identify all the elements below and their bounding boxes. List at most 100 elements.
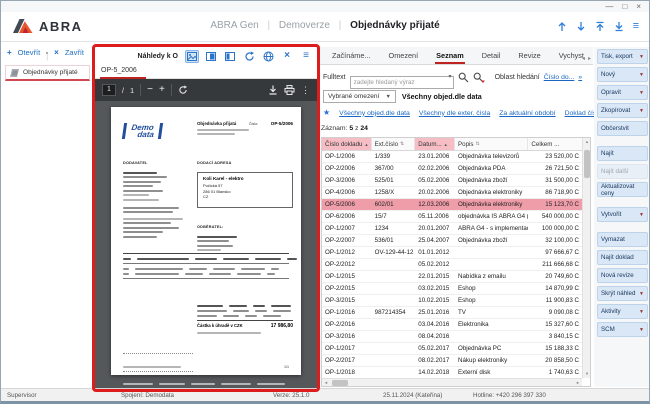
action-button[interactable]: Opravit ▼ (597, 85, 648, 100)
restriction-link[interactable]: Za aktuální období (499, 110, 555, 117)
table-row[interactable]: OP-3/2016 08.04.2016 3 840,15 C (322, 331, 582, 343)
reset-zoom-button[interactable] (178, 85, 188, 95)
restriction-link[interactable]: Všechny dle exter. čísla (419, 110, 490, 117)
horizontal-scrollbar[interactable]: ◄ ► (322, 378, 582, 386)
document-tab[interactable]: OP-5_2006 (95, 65, 317, 79)
scroll-up-button[interactable]: ▲ (583, 138, 591, 146)
refresh-button[interactable] (242, 50, 256, 63)
preview-menu-button[interactable]: ≡ (299, 50, 313, 63)
action-button[interactable]: Najít doklad (597, 250, 648, 265)
panel-split-button[interactable] (223, 50, 237, 63)
action-button[interactable]: Vytvořit ▼ (597, 207, 648, 222)
preview-mode-image-button[interactable] (185, 50, 199, 63)
globe-button[interactable] (261, 50, 275, 63)
table-row[interactable]: OP-1/2012 OV-129-44-12 01.01.2012 97 666… (322, 247, 582, 259)
main-menu-button[interactable]: ≡ (633, 20, 639, 32)
table-row[interactable]: OP-2/2015 03.02.2015 Eshop 14 870,99 C (322, 283, 582, 295)
more-options-button[interactable]: ⋮ (301, 86, 310, 95)
action-button[interactable]: Aktualizovat ceny (597, 182, 648, 197)
more-link[interactable]: » (578, 74, 582, 81)
maximize-button[interactable]: □ (622, 1, 627, 12)
close-preview-button[interactable]: × (280, 50, 294, 63)
open-button[interactable]: Otevřít (18, 48, 41, 57)
search-next-button[interactable] (473, 72, 485, 83)
table-row[interactable]: OP-2/2016 03.04.2016 Elektronika 15 327,… (322, 319, 582, 331)
action-button[interactable]: Aktivity ▼ (597, 304, 648, 319)
tab-scroll-right-button[interactable]: ▸ (588, 55, 591, 62)
table-row[interactable]: OP-3/2006 525/01 05.02.2006 Objednávka z… (322, 175, 582, 187)
table-row[interactable]: OP-1/2015 22.01.2015 Nabídka z emailu 20… (322, 271, 582, 283)
tab[interactable]: Seznam (427, 48, 473, 64)
column-header[interactable]: Datum... ▲ (415, 138, 455, 150)
print-button[interactable] (284, 85, 295, 95)
fulltext-input[interactable] (350, 76, 454, 89)
doc-number-link[interactable]: Číslo do... (544, 74, 575, 81)
scroll-right-button[interactable]: ► (576, 379, 580, 387)
close-button[interactable]: Zavřít (65, 48, 84, 57)
status-date: 25.11.2024 (Kateřina) (383, 392, 442, 399)
table-row[interactable]: OP-6/2006 15/7 05.11.2006 objednávka IS … (322, 211, 582, 223)
minimize-button[interactable]: — (605, 1, 613, 12)
table-row[interactable]: OP-4/2006 1258/X 20.02.2006 Objednávka e… (322, 187, 582, 199)
column-header[interactable]: Popis ⇅ (455, 138, 528, 150)
vertical-scroll-thumb[interactable] (584, 150, 590, 178)
table-row[interactable]: OP-1/2018 14.02.2018 Externí disk 1 740,… (322, 367, 582, 378)
pdf-canvas[interactable]: Demo data Objednávka přijatá Číslo: OP-5… (95, 101, 317, 389)
action-button[interactable]: Zkopírovat ▼ (597, 103, 648, 118)
action-button[interactable]: Vymazat (597, 232, 648, 247)
zoom-out-button[interactable]: − (147, 85, 153, 95)
document-header: Objednávka přijatá Číslo: OP-5/2006 (197, 121, 293, 138)
action-button[interactable]: Tisk, export ▼ (597, 49, 648, 64)
current-restriction: Všechny objed.dle data (402, 92, 482, 101)
cell-description: Objednávka PC (455, 343, 528, 354)
vertical-scrollbar[interactable]: ▲ ▼ (582, 138, 590, 378)
horizontal-scroll-thumb[interactable] (332, 380, 348, 386)
table-row[interactable]: OP-1/2016 987214354 25.01.2016 TV 9 090,… (322, 307, 582, 319)
print-icon (284, 85, 295, 95)
sidebar-item-orders[interactable]: Objednávky přijaté (5, 65, 90, 81)
tab[interactable]: Revize (509, 48, 549, 64)
table-row[interactable]: OP-2/2007 536/01 25.04.2007 Objednávka z… (322, 235, 582, 247)
table-row[interactable]: OP-1/2007 1234 20.01.2007 ABRA G4 - s im… (322, 223, 582, 235)
table-row[interactable]: OP-2/2017 08.02.2017 Nákup elektroniky 2… (322, 355, 582, 367)
action-button[interactable]: Najít (597, 146, 648, 161)
action-button[interactable]: Skrýt náhled ▼ (597, 286, 648, 301)
tab[interactable]: Omezení (380, 48, 428, 64)
column-header[interactable]: Číslo dokladu ▲ (322, 138, 372, 150)
column-header[interactable]: Ext.číslo ⇅ (372, 138, 416, 150)
table-row[interactable]: OP-2/2006 367/00 02.02.2006 Objednávka P… (322, 163, 582, 175)
action-button[interactable]: Najít další (597, 164, 648, 179)
restriction-link[interactable]: Všechny objed.dle data (339, 110, 410, 117)
prev-record-button[interactable] (557, 21, 567, 32)
action-button[interactable]: Nový ▼ (597, 67, 648, 82)
table-row[interactable]: OP-2/2012 05.02.2012 211 666,68 C (322, 259, 582, 271)
action-button[interactable]: Nová revize (597, 268, 648, 283)
favorite-star-icon[interactable]: ★ (323, 109, 330, 117)
download-button[interactable] (268, 85, 278, 95)
restriction-select[interactable]: Vybrané omezení ▼ (323, 90, 396, 103)
table-row[interactable]: OP-1/2017 05.02.2017 Objednávka PC 15 18… (322, 343, 582, 355)
search-button[interactable] (458, 72, 469, 83)
page-number-input[interactable]: 1 (102, 84, 116, 96)
tab[interactable]: Detail (473, 48, 510, 64)
table-row[interactable]: OP-3/2015 10.02.2015 Eshop 11 900,83 C (322, 295, 582, 307)
tab-scroll-left-button[interactable]: ◂ (582, 55, 585, 62)
table-row[interactable]: OP-5/2006 602/01 12.03.2006 Objednávka e… (322, 199, 582, 211)
close-icon: × (54, 48, 59, 57)
window-close-button[interactable]: × (636, 1, 641, 12)
scroll-down-button[interactable]: ▼ (583, 370, 591, 378)
action-button[interactable]: Občerstvit (597, 121, 648, 136)
scroll-left-button[interactable]: ◄ (324, 379, 328, 387)
first-record-button[interactable] (595, 21, 605, 32)
last-record-button[interactable] (614, 21, 624, 32)
column-header[interactable]: Celkem ... (528, 138, 582, 150)
action-button[interactable]: SCM ▼ (597, 322, 648, 337)
search-area-label[interactable]: Oblast hledání (495, 74, 540, 81)
fulltext-dropdown-caret[interactable]: ▾ (449, 73, 452, 80)
tab[interactable]: Začínáme... (323, 48, 380, 64)
sort-asc-icon: ▲ (444, 142, 448, 147)
panel-right-button[interactable] (204, 50, 218, 63)
table-row[interactable]: OP-1/2006 1/339 23.01.2006 Objednávka te… (322, 151, 582, 163)
next-record-button[interactable] (576, 21, 586, 32)
zoom-in-button[interactable]: + (159, 85, 165, 95)
